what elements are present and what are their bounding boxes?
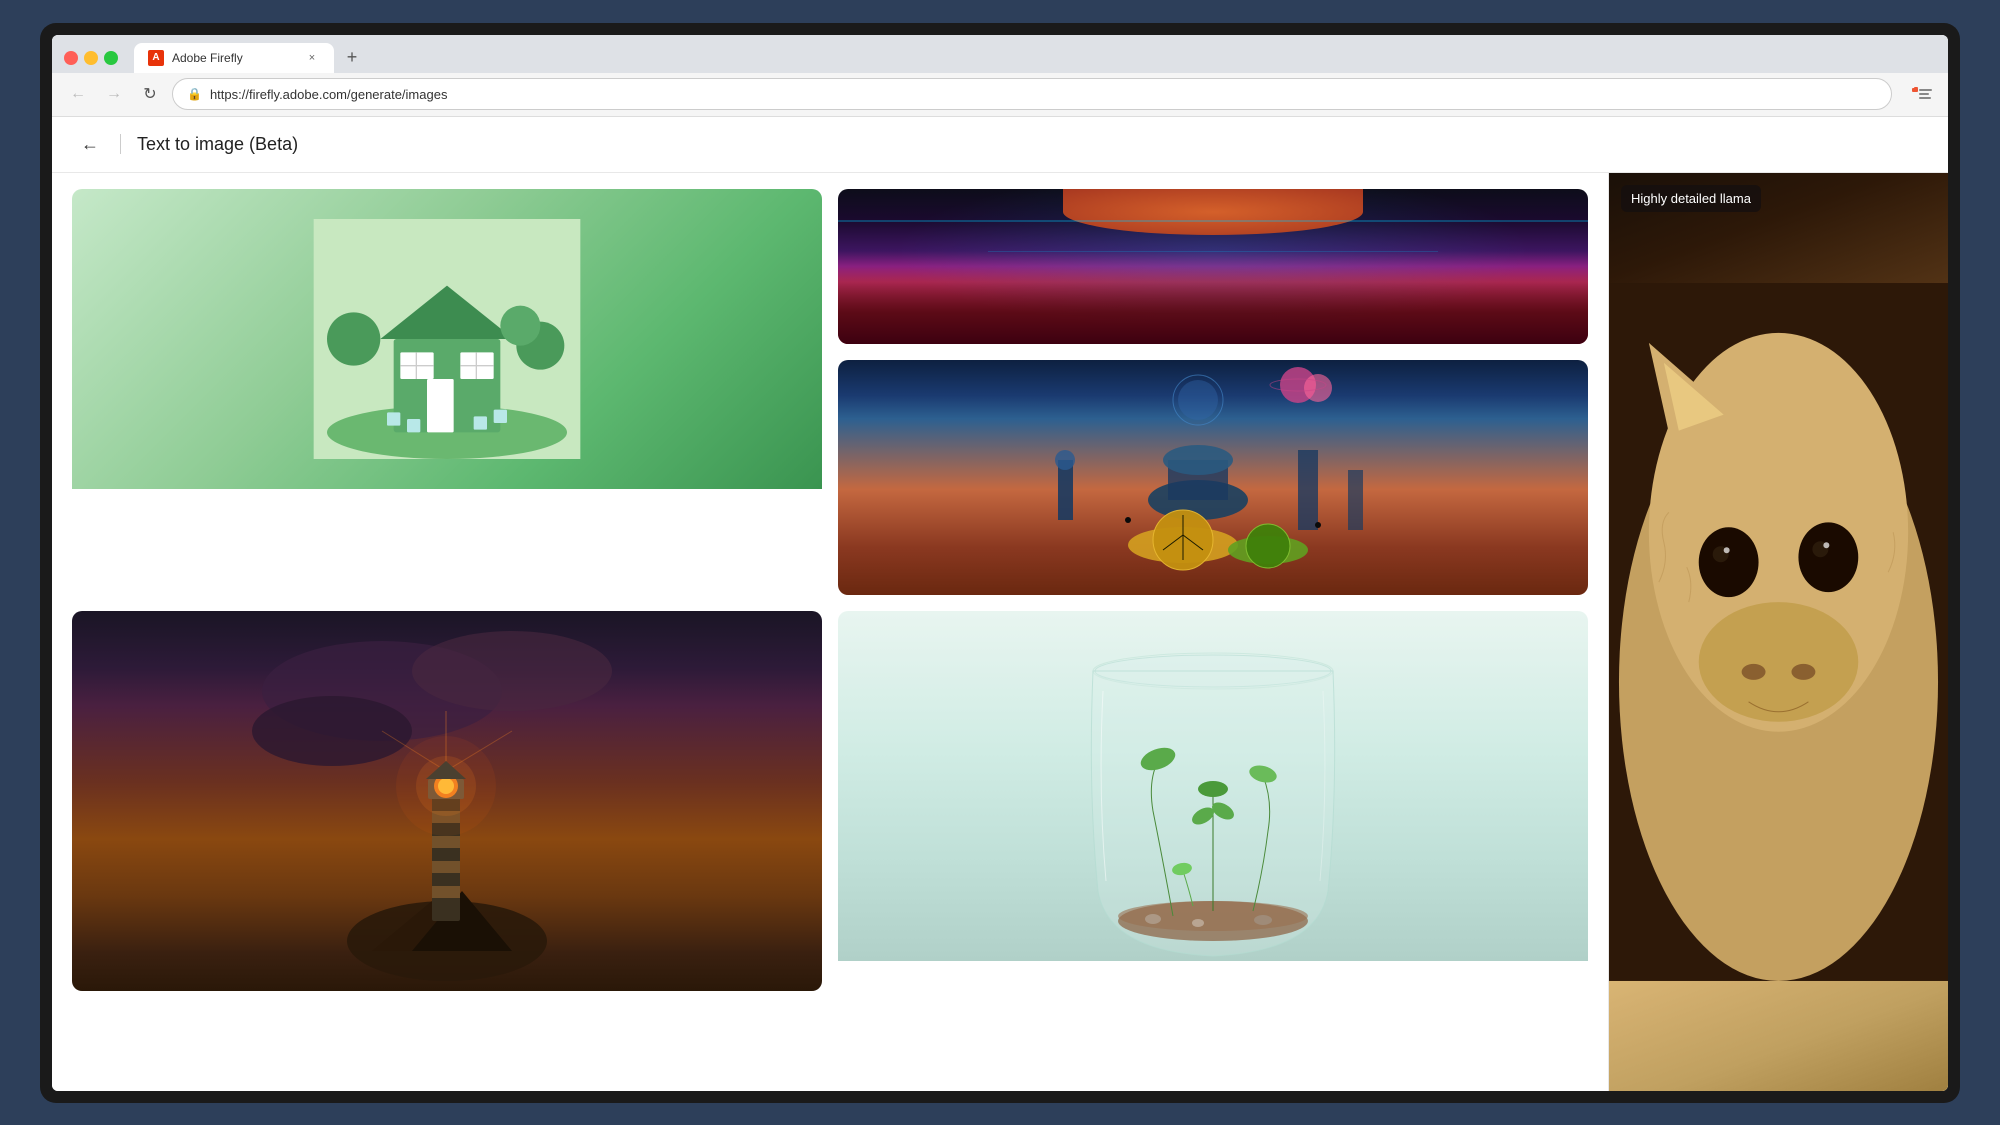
back-navigation-button[interactable]: ←	[64, 80, 92, 108]
refresh-button[interactable]: ↻	[136, 80, 164, 108]
tab-favicon: A	[148, 50, 164, 66]
address-bar-row: ← → ↻ 🔒 https://firefly.adobe.com/genera…	[52, 73, 1948, 117]
image-card-scifi[interactable]	[838, 360, 1588, 595]
browser-chrome: A Adobe Firefly × + ← →	[52, 35, 1948, 117]
image-card-lighthouse[interactable]	[72, 611, 822, 991]
extensions-button[interactable]	[1908, 80, 1936, 108]
llama-image[interactable]: Highly detailed llama	[1609, 173, 1948, 1091]
header-divider	[120, 134, 121, 154]
browser-extras	[1908, 80, 1936, 108]
image-card-cyberpunk[interactable]	[838, 189, 1588, 344]
page-content: ← Text to image (Beta)	[52, 117, 1948, 1091]
forward-navigation-button[interactable]: →	[100, 80, 128, 108]
page-header: ← Text to image (Beta)	[52, 117, 1948, 173]
image-card-house[interactable]	[72, 189, 822, 595]
laptop-shell: A Adobe Firefly × + ← →	[40, 23, 1960, 1103]
page-title: Text to image (Beta)	[137, 134, 298, 155]
house-image	[72, 189, 822, 489]
traffic-lights	[64, 51, 118, 65]
tab-title: Adobe Firefly	[172, 51, 296, 65]
browser-window: A Adobe Firefly × + ← →	[52, 35, 1948, 1091]
lock-icon: 🔒	[187, 87, 202, 101]
close-window-button[interactable]	[64, 51, 78, 65]
image-card-terrarium[interactable]	[838, 611, 1588, 991]
address-bar[interactable]: 🔒 https://firefly.adobe.com/generate/ima…	[172, 78, 1892, 110]
tab-close-button[interactable]: ×	[304, 50, 320, 66]
minimize-window-button[interactable]	[84, 51, 98, 65]
url-text: https://firefly.adobe.com/generate/image…	[210, 87, 448, 102]
page-back-button[interactable]: ←	[76, 130, 104, 158]
active-tab[interactable]: A Adobe Firefly ×	[134, 43, 334, 73]
gallery-container: Highly detailed llama	[52, 173, 1948, 1091]
gallery-main	[52, 173, 1608, 1091]
gallery-sidebar: Highly detailed llama	[1608, 173, 1948, 1091]
tab-bar: A Adobe Firefly × +	[52, 35, 1948, 73]
sidebar-image-label: Highly detailed llama	[1621, 185, 1761, 212]
new-tab-button[interactable]: +	[338, 44, 366, 72]
fullscreen-window-button[interactable]	[104, 51, 118, 65]
